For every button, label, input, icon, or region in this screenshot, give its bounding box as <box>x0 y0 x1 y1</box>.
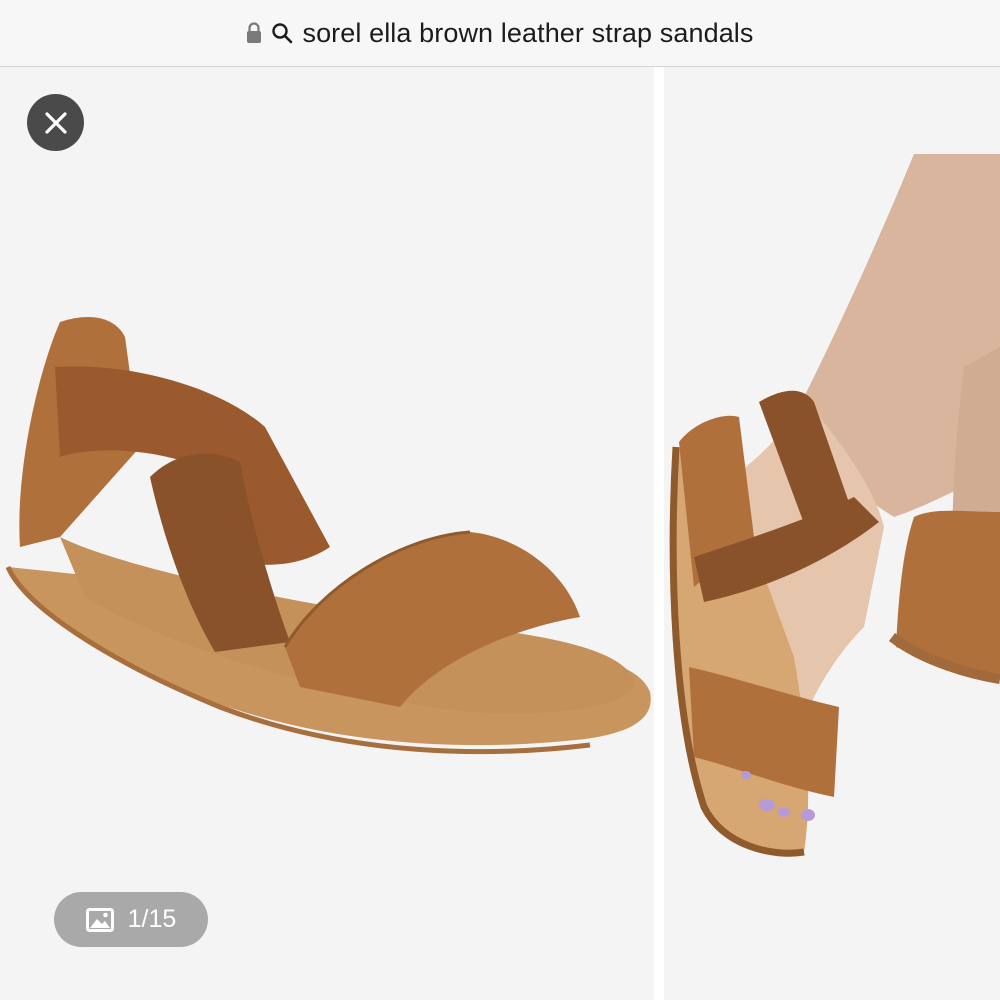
search-icon <box>270 21 294 45</box>
address-bar[interactable]: sorel ella brown leather strap sandals <box>0 0 1000 67</box>
sandal-worn-photo <box>669 154 1000 857</box>
product-image-secondary[interactable] <box>664 67 1000 1000</box>
product-image-main[interactable]: 1/15 <box>0 67 654 1000</box>
search-query-text[interactable]: sorel ella brown leather strap sandals <box>302 18 753 49</box>
image-counter[interactable]: 1/15 <box>54 892 208 947</box>
close-button[interactable] <box>27 94 84 151</box>
url-display[interactable]: sorel ella brown leather strap sandals <box>246 18 753 49</box>
image-icon <box>85 907 114 932</box>
image-counter-text: 1/15 <box>127 905 177 933</box>
lock-icon <box>246 22 262 44</box>
close-icon <box>43 110 69 136</box>
sandal-product-photo <box>5 317 651 755</box>
